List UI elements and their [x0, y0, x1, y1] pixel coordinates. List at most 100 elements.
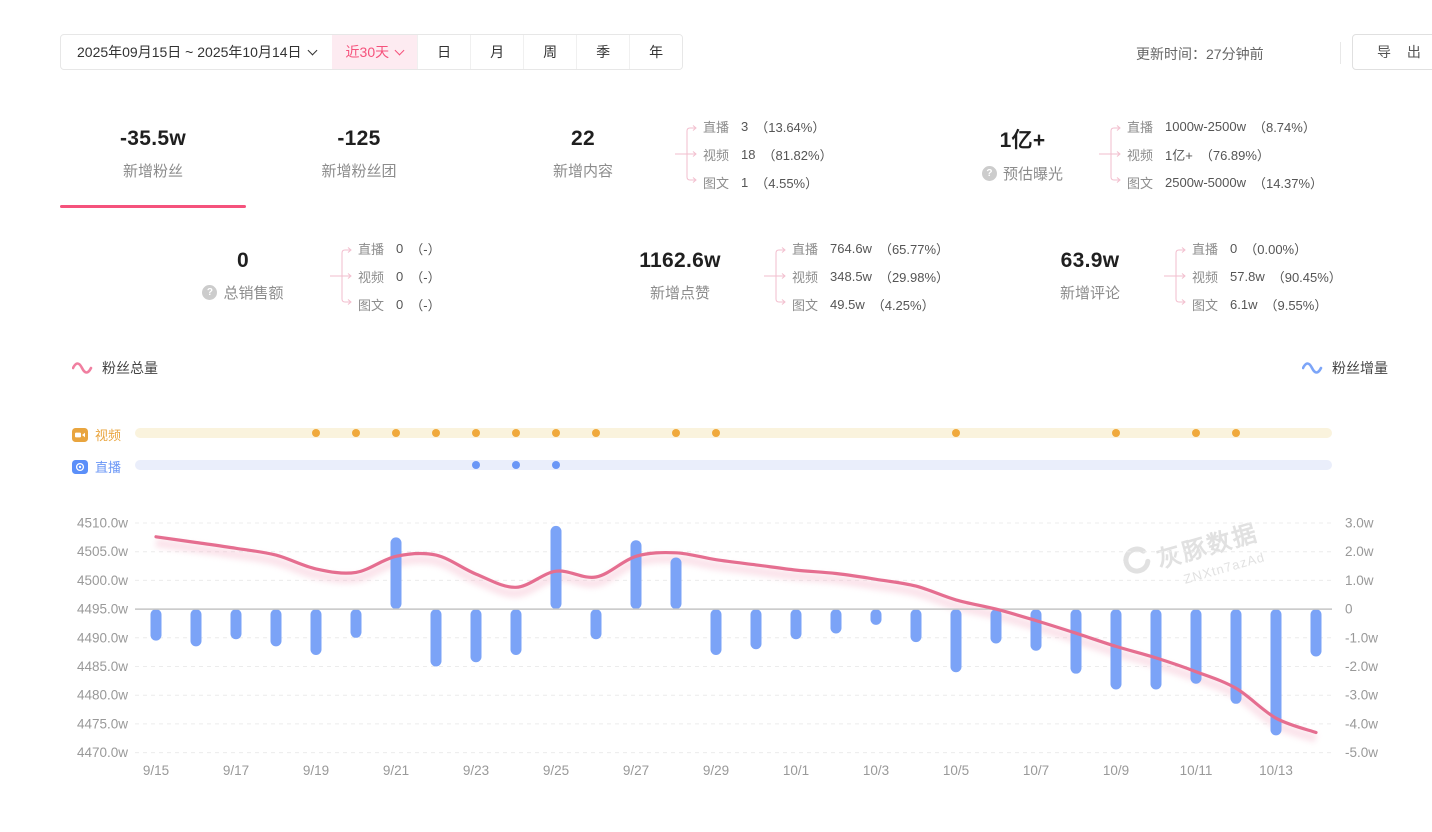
chart-canvas[interactable]: 4510.0w3.0w4505.0w2.0w4500.0w1.0w4495.0w…: [0, 503, 1432, 813]
video-marker-dot[interactable]: [312, 429, 320, 437]
date-range-picker[interactable]: 2025年09月15日 ~ 2025年10月14日: [61, 35, 332, 69]
fans-delta-bar[interactable]: [591, 609, 602, 639]
breakdown-row: 图文6.1w（9.55%）: [1192, 295, 1342, 314]
video-marker-dot[interactable]: [1192, 429, 1200, 437]
fans-delta-bar[interactable]: [671, 557, 682, 609]
tab-year[interactable]: 年: [629, 35, 682, 69]
export-button[interactable]: 导 出: [1352, 34, 1432, 70]
video-marker-dot[interactable]: [592, 429, 600, 437]
help-icon[interactable]: ?: [982, 166, 997, 181]
breakdown-row: 视频0（-）: [358, 267, 441, 286]
fans-delta-bar[interactable]: [631, 540, 642, 609]
fans-delta-bar[interactable]: [1031, 609, 1042, 651]
fans-delta-bar[interactable]: [711, 609, 722, 655]
tab-quarter[interactable]: 季: [576, 35, 629, 69]
stat-value: -125: [337, 127, 380, 151]
breakdown-row: 图文49.5w（4.25%）: [792, 295, 949, 314]
tab-day[interactable]: 日: [417, 35, 470, 69]
fans-delta-bar[interactable]: [951, 609, 962, 672]
fans-delta-bar[interactable]: [791, 609, 802, 639]
fans-delta-bar[interactable]: [991, 609, 1002, 643]
video-marker-dot[interactable]: [472, 429, 480, 437]
stat-card-total-sales[interactable]: 0 ? 总销售额 直播0（-） 视频0（-） 图文0（-）: [160, 230, 441, 322]
video-marker-dot[interactable]: [1112, 429, 1120, 437]
breakdown-connector: [674, 119, 700, 189]
fans-delta-bar[interactable]: [551, 526, 562, 609]
breakdown-list: 直播0（-） 视频0（-） 图文0（-）: [358, 239, 441, 314]
video-marker-dot[interactable]: [1232, 429, 1240, 437]
stat-card-new-fans[interactable]: -35.5w 新增粉丝: [60, 100, 246, 208]
fans-delta-bar[interactable]: [831, 609, 842, 633]
fans-delta-bar[interactable]: [511, 609, 522, 655]
video-marker-dot[interactable]: [712, 429, 720, 437]
stat-card-new-fanclub[interactable]: -125 新增粉丝团: [266, 100, 452, 208]
fans-delta-bar[interactable]: [271, 609, 282, 646]
live-marker-dot[interactable]: [472, 461, 480, 469]
fans-delta-bar[interactable]: [191, 609, 202, 646]
x-axis-tick: 10/7: [1023, 763, 1049, 778]
live-marker-dot[interactable]: [552, 461, 560, 469]
x-axis-tick: 10/11: [1180, 763, 1213, 778]
live-marker-dot[interactable]: [512, 461, 520, 469]
video-marker-dot[interactable]: [512, 429, 520, 437]
stat-card-new-comments[interactable]: 63.9w 新增评论 直播0（0.00%） 视频57.8w（90.45%） 图文…: [1020, 230, 1342, 322]
stat-card-new-content[interactable]: 22 新增内容 直播3（13.64%） 视频18（81.82%） 图文1（4.5…: [495, 100, 833, 208]
left-axis-tick: 4480.0w: [77, 688, 128, 703]
breakdown-row: 视频1亿+（76.89%）: [1127, 145, 1323, 164]
x-axis-tick: 9/21: [383, 763, 409, 778]
stat-card-new-likes[interactable]: 1162.6w 新增点赞 直播764.6w（65.77%） 视频348.5w（2…: [600, 230, 949, 322]
fans-delta-bar[interactable]: [871, 609, 882, 625]
video-marker-dot[interactable]: [432, 429, 440, 437]
video-marker-dot[interactable]: [952, 429, 960, 437]
legend-fans-total[interactable]: 粉丝总量: [72, 358, 158, 378]
fans-trend-chart[interactable]: 灰豚数据 ZNXtn7azAd 4510.0w3.0w4505.0w2.0w45…: [0, 503, 1432, 813]
fan-analytics-dashboard: { "topbar": { "date_range": "2025年09月15日…: [0, 0, 1432, 832]
help-icon[interactable]: ?: [202, 285, 217, 300]
fans-delta-bar[interactable]: [751, 609, 762, 649]
fans-delta-bar[interactable]: [391, 537, 402, 609]
timeline-video-track[interactable]: [135, 428, 1332, 438]
breakdown-connector: [329, 241, 355, 311]
fans-delta-bar[interactable]: [1151, 609, 1162, 689]
video-marker-dot[interactable]: [672, 429, 680, 437]
fans-delta-bar[interactable]: [1071, 609, 1082, 674]
fans-delta-bar[interactable]: [311, 609, 322, 655]
chevron-down-icon: [307, 45, 317, 55]
tab-month[interactable]: 月: [470, 35, 523, 69]
fans-delta-bar[interactable]: [1311, 609, 1322, 656]
fans-delta-bar[interactable]: [231, 609, 242, 639]
x-axis-tick: 10/13: [1259, 763, 1293, 778]
stat-card-estimated-exposure[interactable]: 1亿+ ? 预估曝光 直播1000w-2500w（8.74%） 视频1亿+（76…: [950, 100, 1323, 208]
fans-delta-bar[interactable]: [151, 609, 162, 641]
fans-delta-bar[interactable]: [471, 609, 482, 662]
fans-delta-bar[interactable]: [1111, 609, 1122, 689]
wave-icon: [1302, 361, 1324, 375]
x-axis-tick: 9/19: [303, 763, 329, 778]
video-marker-dot[interactable]: [392, 429, 400, 437]
timeline-live-label: 直播: [72, 457, 121, 476]
fans-delta-bar[interactable]: [431, 609, 442, 666]
legend-fans-delta[interactable]: 粉丝增量: [1302, 358, 1388, 378]
breakdown-list: 直播764.6w（65.77%） 视频348.5w（29.98%） 图文49.5…: [792, 239, 949, 314]
stat-value: 22: [571, 127, 595, 151]
selected-tab-underline: [60, 205, 246, 208]
x-axis-tick: 9/23: [463, 763, 489, 778]
right-axis-tick: -1.0w: [1345, 630, 1378, 645]
fans-delta-bar[interactable]: [351, 609, 362, 638]
video-marker-dot[interactable]: [352, 429, 360, 437]
breakdown-connector: [1163, 241, 1189, 311]
timeline-live-track[interactable]: [135, 460, 1332, 470]
x-axis-tick: 10/1: [783, 763, 809, 778]
breakdown-row: 直播3（13.64%）: [703, 117, 833, 136]
tab-week[interactable]: 周: [523, 35, 576, 69]
right-axis-tick: -5.0w: [1345, 745, 1378, 760]
breakdown-row: 图文0（-）: [358, 295, 441, 314]
timeline-video-label: 视频: [72, 425, 121, 444]
x-axis-tick: 9/25: [543, 763, 569, 778]
quick-range-selector[interactable]: 近30天: [332, 35, 418, 69]
video-marker-dot[interactable]: [552, 429, 560, 437]
fans-delta-bar[interactable]: [911, 609, 922, 642]
legend-label: 粉丝总量: [102, 358, 158, 378]
quick-range-text: 近30天: [346, 42, 390, 62]
breakdown-list: 直播3（13.64%） 视频18（81.82%） 图文1（4.55%）: [703, 117, 833, 192]
